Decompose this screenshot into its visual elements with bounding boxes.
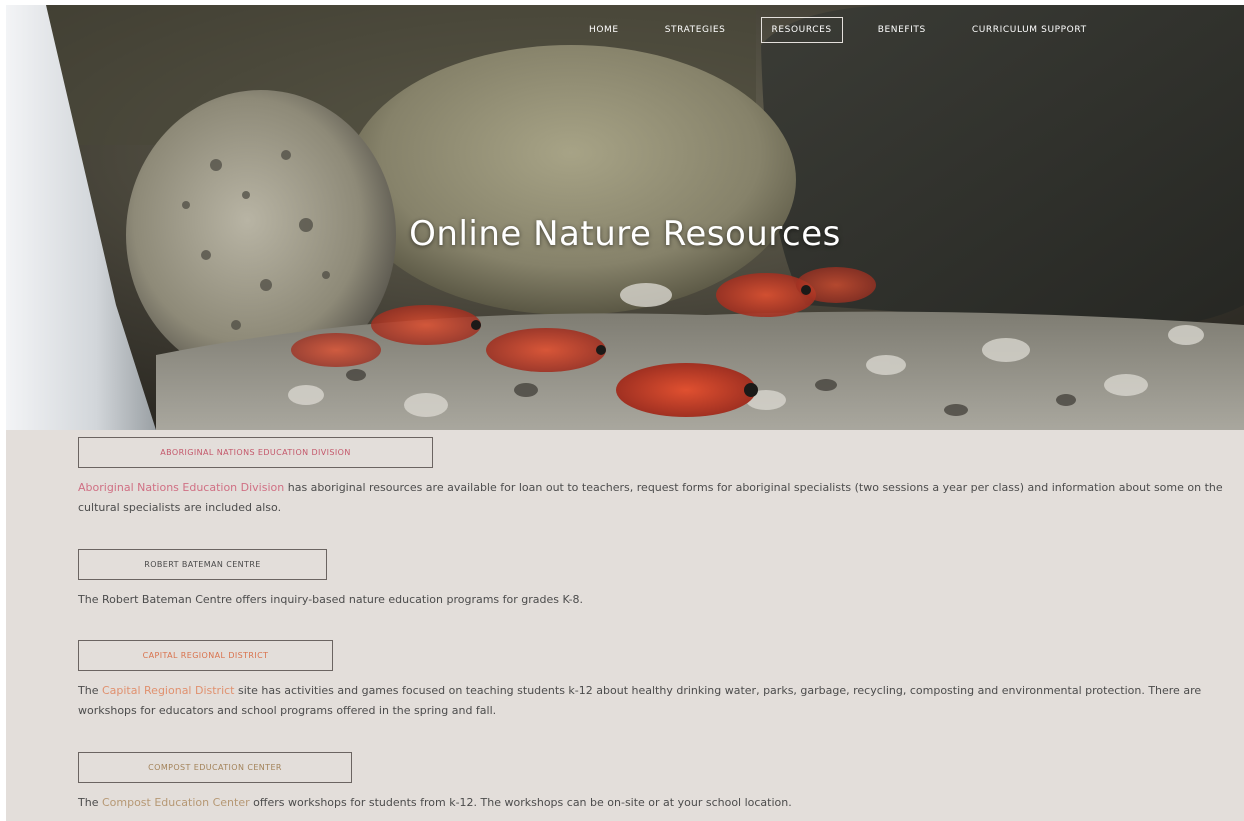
nav-resources[interactable]: RESOURCES: [760, 17, 843, 43]
resource-section-compost: COMPOST EDUCATION CENTER The Compost Edu…: [78, 752, 1228, 813]
link-capital-regional-district[interactable]: Capital Regional District: [102, 684, 235, 697]
resource-section-bateman: ROBERT BATEMAN CENTRE The Robert Bateman…: [78, 549, 1228, 610]
page-title: Online Nature Resources: [409, 213, 841, 254]
nav-home[interactable]: HOME: [578, 17, 630, 43]
description-prefix: The: [78, 684, 102, 697]
link-compost-education-center[interactable]: Compost Education Center: [102, 796, 250, 809]
description-prefix: The: [78, 796, 102, 809]
tag-capital-regional-district[interactable]: CAPITAL REGIONAL DISTRICT: [78, 640, 333, 671]
resources-content: ABORIGINAL NATIONS EDUCATION DIVISION Ab…: [6, 430, 1244, 821]
tag-robert-bateman[interactable]: ROBERT BATEMAN CENTRE: [78, 549, 327, 580]
nav-curriculum-support[interactable]: CURRICULUM SUPPORT: [961, 17, 1098, 43]
resource-description-compost: The Compost Education Center offers work…: [78, 793, 1228, 813]
resource-section-crd: CAPITAL REGIONAL DISTRICT The Capital Re…: [78, 640, 1228, 721]
nav-benefits[interactable]: BENEFITS: [867, 17, 937, 43]
main-nav: HOME STRATEGIES RESOURCES BENEFITS CURRI…: [566, 16, 1110, 44]
resource-section-aboriginal: ABORIGINAL NATIONS EDUCATION DIVISION Ab…: [78, 437, 1228, 518]
resource-description-crd: The Capital Regional District site has a…: [78, 681, 1228, 721]
nav-strategies[interactable]: STRATEGIES: [654, 17, 737, 43]
link-aboriginal-nations[interactable]: Aboriginal Nations Education Division: [78, 481, 284, 494]
tag-compost-education[interactable]: COMPOST EDUCATION CENTER: [78, 752, 352, 783]
description-text: offers workshops for students from k-12.…: [249, 796, 792, 809]
resource-description-bateman: The Robert Bateman Centre offers inquiry…: [78, 593, 584, 606]
description-text: site has activities and games focused on…: [78, 684, 1202, 717]
tag-aboriginal-nations[interactable]: ABORIGINAL NATIONS EDUCATION DIVISION: [78, 437, 433, 468]
hero-banner: HOME STRATEGIES RESOURCES BENEFITS CURRI…: [6, 5, 1244, 430]
resource-description-aboriginal: Aboriginal Nations Education Division ha…: [78, 478, 1228, 518]
page: HOME STRATEGIES RESOURCES BENEFITS CURRI…: [6, 5, 1244, 821]
